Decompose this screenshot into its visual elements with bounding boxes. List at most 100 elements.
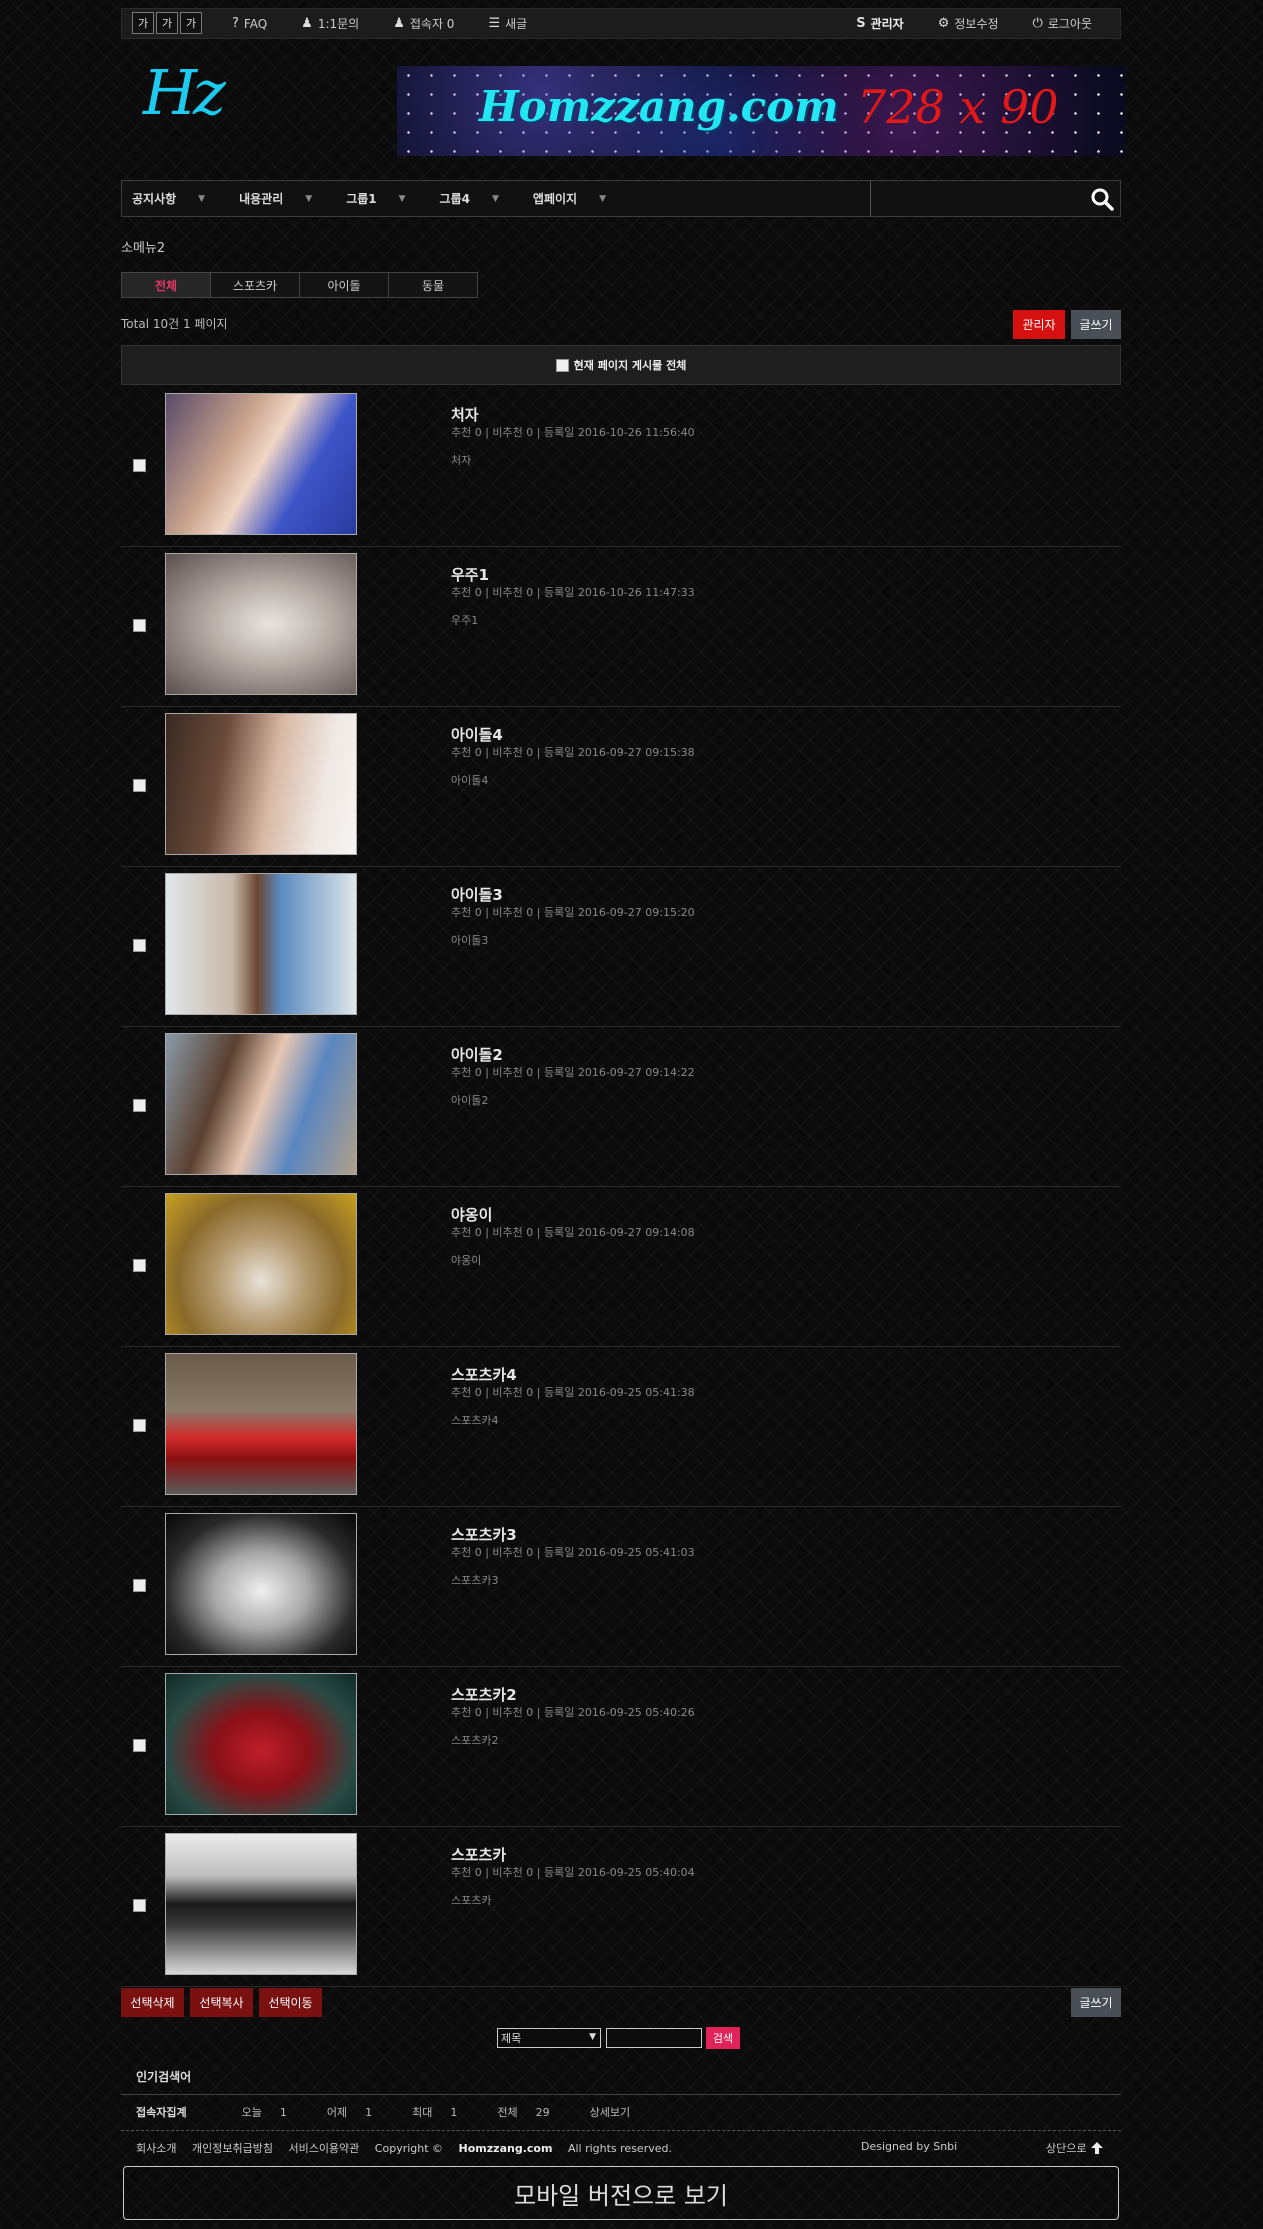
faq-link[interactable]: ? FAQ: [232, 16, 267, 31]
post-checkbox[interactable]: [133, 619, 146, 632]
post-checkbox[interactable]: [133, 1899, 146, 1912]
post-title[interactable]: 스포츠카: [451, 1844, 506, 1865]
post-meta: 추천 0 | 비추천 0 | 등록일 2016-09-25 05:40:26: [451, 1706, 695, 1719]
post-checkbox[interactable]: [133, 1099, 146, 1112]
post-thumbnail[interactable]: [165, 873, 357, 1015]
write-button[interactable]: 글쓰기: [1071, 310, 1121, 339]
post-meta: 추천 0 | 비추천 0 | 등록일 2016-09-25 05:41:03: [451, 1546, 695, 1559]
post-excerpt: 야옹이: [451, 1254, 482, 1267]
post-checkbox[interactable]: [133, 779, 146, 792]
footer-link-about[interactable]: 회사소개: [136, 2142, 176, 2155]
caret-down-icon: ▼: [398, 193, 406, 204]
bottom-write-button[interactable]: 글쓰기: [1071, 1988, 1121, 2017]
post-thumbnail[interactable]: [165, 1513, 357, 1655]
post-checkbox[interactable]: [133, 939, 146, 952]
banner-ad[interactable]: Homzzang.com 728 x 90: [397, 66, 1125, 156]
tab-idol[interactable]: 아이돌: [299, 272, 389, 298]
popular-keywords-title: 인기검색어: [136, 2070, 192, 2084]
post-title[interactable]: 처자: [451, 404, 479, 425]
search-field-select[interactable]: 제목 ▼: [497, 2028, 601, 2048]
search-input[interactable]: [871, 181, 1075, 216]
post-title[interactable]: 우주1: [451, 564, 489, 585]
post-checkbox[interactable]: [133, 1419, 146, 1432]
post-meta: 추천 0 | 비추천 0 | 등록일 2016-10-26 11:56:40: [451, 426, 695, 439]
post-title[interactable]: 스포츠카2: [451, 1684, 517, 1705]
post-excerpt: 아이돌3: [451, 934, 489, 947]
move-selected-button[interactable]: 선택이동: [259, 1988, 322, 2017]
copy-selected-button[interactable]: 선택복사: [190, 1988, 253, 2017]
font-small-button[interactable]: 가: [132, 12, 154, 34]
top-right-links: S 관리자 ⚙ 정보수정 ⏻ 로그아웃: [822, 9, 1092, 38]
font-medium-button[interactable]: 가: [156, 12, 178, 34]
list-item[interactable]: 아이돌2 추천 0 | 비추천 0 | 등록일 2016-09-27 09:14…: [121, 1027, 1121, 1187]
gear-icon: ⚙: [937, 16, 950, 31]
nav-item-group1[interactable]: 그룹1 ▼: [336, 190, 415, 207]
post-title[interactable]: 아이돌4: [451, 724, 503, 745]
post-excerpt: 스포츠카2: [451, 1734, 499, 1747]
font-large-button[interactable]: 가: [180, 12, 202, 34]
post-excerpt: 스포츠카4: [451, 1414, 499, 1427]
post-thumbnail[interactable]: [165, 1833, 357, 1975]
post-excerpt: 처자: [451, 454, 472, 467]
logout-link[interactable]: ⏻ 로그아웃: [1033, 15, 1092, 32]
post-meta: 추천 0 | 비추천 0 | 등록일 2016-09-25 05:41:38: [451, 1386, 695, 1399]
list-item[interactable]: 우주1 추천 0 | 비추천 0 | 등록일 2016-10-26 11:47:…: [121, 547, 1121, 707]
post-title[interactable]: 아이돌3: [451, 884, 503, 905]
inquiry-link[interactable]: ♟ 1:1문의: [301, 15, 359, 32]
tab-sportscar[interactable]: 스포츠카: [210, 272, 300, 298]
post-checkbox[interactable]: [133, 459, 146, 472]
list-item[interactable]: 아이돌4 추천 0 | 비추천 0 | 등록일 2016-09-27 09:15…: [121, 707, 1121, 867]
new-posts-link[interactable]: ☰ 새글: [488, 15, 527, 32]
banner-size: 728 x 90: [857, 80, 1059, 134]
post-checkbox[interactable]: [133, 1579, 146, 1592]
post-thumbnail[interactable]: [165, 1673, 357, 1815]
to-top-link[interactable]: 상단으로: [1046, 2140, 1104, 2156]
search-icon[interactable]: [1090, 187, 1114, 211]
post-checkbox[interactable]: [133, 1259, 146, 1272]
board-search-input[interactable]: [606, 2028, 702, 2048]
nav-item-content[interactable]: 내용관리 ▼: [229, 190, 322, 207]
stats-detail-link[interactable]: 상세보기: [590, 2104, 630, 2120]
post-thumbnail[interactable]: [165, 1033, 357, 1175]
post-title[interactable]: 아이돌2: [451, 1044, 503, 1065]
footer-link-terms[interactable]: 서비스이용약관: [288, 2142, 359, 2155]
post-thumbnail[interactable]: [165, 1353, 357, 1495]
stat-yesterday: 어제 1: [326, 2106, 373, 2119]
post-title[interactable]: 스포츠카3: [451, 1524, 517, 1545]
post-thumbnail[interactable]: [165, 553, 357, 695]
list-item[interactable]: 야옹이 추천 0 | 비추천 0 | 등록일 2016-09-27 09:14:…: [121, 1187, 1121, 1347]
admin-button[interactable]: 관리자: [1013, 310, 1065, 339]
post-thumbnail[interactable]: [165, 1193, 357, 1335]
nav-item-app-page[interactable]: 앱페이지 ▼: [523, 190, 616, 207]
list-item[interactable]: 스포츠카3 추천 0 | 비추천 0 | 등록일 2016-09-25 05:4…: [121, 1507, 1121, 1667]
main-nav: 공지사항 ▼ 내용관리 ▼ 그룹1 ▼ 그룹4 ▼ 앱페이지 ▼: [121, 180, 1121, 217]
tab-animal[interactable]: 동물: [388, 272, 478, 298]
list-item[interactable]: 스포츠카2 추천 0 | 비추천 0 | 등록일 2016-09-25 05:4…: [121, 1667, 1121, 1827]
tab-all[interactable]: 전체: [121, 272, 211, 298]
mobile-version-button[interactable]: 모바일 버전으로 보기: [123, 2166, 1119, 2220]
select-all-checkbox[interactable]: [555, 358, 569, 372]
post-thumbnail[interactable]: [165, 713, 357, 855]
visitors-link[interactable]: ♟ 접속자 0: [393, 15, 454, 32]
delete-selected-button[interactable]: 선택삭제: [121, 1988, 184, 2017]
nav-item-group4[interactable]: 그룹4 ▼: [430, 190, 509, 207]
post-thumbnail[interactable]: [165, 393, 357, 535]
edit-profile-link[interactable]: ⚙ 정보수정: [938, 15, 999, 32]
post-title[interactable]: 야옹이: [451, 1204, 492, 1225]
site-logo[interactable]: Hz: [143, 62, 226, 124]
nav-search: [870, 181, 1120, 216]
top-links: ? FAQ ♟ 1:1문의 ♟ 접속자 0 ☰ 새글: [232, 9, 561, 38]
list-icon: ☰: [488, 16, 501, 31]
admin-link[interactable]: S 관리자: [856, 15, 904, 32]
footer-link-privacy[interactable]: 개인정보취급방침: [192, 2142, 273, 2155]
post-checkbox[interactable]: [133, 1739, 146, 1752]
nav-item-notice[interactable]: 공지사항 ▼: [122, 190, 215, 207]
board-search-button[interactable]: 검색: [706, 2027, 740, 2049]
list-item[interactable]: 처자 추천 0 | 비추천 0 | 등록일 2016-10-26 11:56:4…: [121, 387, 1121, 547]
question-icon: ?: [232, 16, 239, 31]
board-search-form: 제목 ▼ 검색: [497, 2027, 740, 2049]
list-item[interactable]: 스포츠카 추천 0 | 비추천 0 | 등록일 2016-09-25 05:40…: [121, 1827, 1121, 1987]
list-item[interactable]: 스포츠카4 추천 0 | 비추천 0 | 등록일 2016-09-25 05:4…: [121, 1347, 1121, 1507]
list-item[interactable]: 아이돌3 추천 0 | 비추천 0 | 등록일 2016-09-27 09:15…: [121, 867, 1121, 1027]
post-title[interactable]: 스포츠카4: [451, 1364, 517, 1385]
